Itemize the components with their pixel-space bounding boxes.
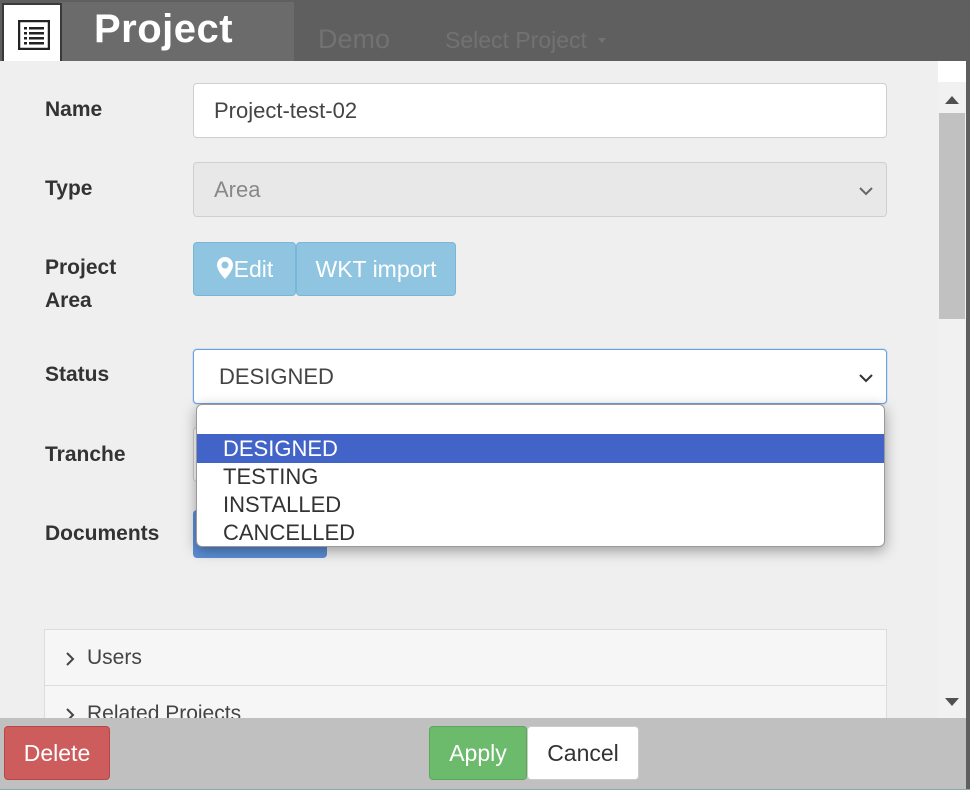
scroll-thumb[interactable]	[939, 113, 965, 319]
accordion-label: Users	[87, 646, 142, 669]
dialog-title: Project	[94, 7, 234, 51]
tranche-label: Tranche	[45, 443, 126, 466]
dialog-body: Name Project-test-02 Type Area Project A…	[0, 61, 938, 718]
status-dropdown-list: DESIGNED TESTING INSTALLED CANCELLED	[196, 404, 885, 547]
footer-edge	[0, 789, 970, 795]
type-label: Type	[45, 177, 93, 200]
delete-button[interactable]: Delete	[4, 726, 110, 780]
wkt-import-button[interactable]: WKT import	[296, 242, 456, 296]
nav-demo-behind: Demo	[318, 24, 391, 54]
accordion-item-users[interactable]: Users	[45, 630, 886, 686]
scroll-up-arrow-icon[interactable]	[945, 96, 959, 104]
status-option-cancelled[interactable]: CANCELLED	[197, 518, 884, 546]
scrollbar[interactable]	[938, 82, 966, 718]
caret-down-icon	[598, 38, 606, 43]
accordion: Users Related Projects	[44, 629, 887, 742]
status-value: DESIGNED	[219, 364, 334, 389]
status-option-designed[interactable]: DESIGNED	[197, 434, 884, 463]
edit-area-label: Edit	[233, 256, 274, 282]
window-edge	[966, 0, 970, 795]
apply-button[interactable]: Apply	[429, 726, 527, 780]
project-area-label-line1: Project	[45, 256, 117, 279]
dialog-header: Demo Select Project Project	[0, 0, 970, 61]
name-input[interactable]: Project-test-02	[193, 83, 887, 138]
project-area-label-line2: Area	[45, 289, 92, 312]
list-icon	[18, 20, 50, 50]
status-select[interactable]: DESIGNED	[193, 349, 887, 404]
cancel-button[interactable]: Cancel	[527, 726, 639, 780]
status-option-testing[interactable]: TESTING	[197, 462, 884, 491]
scroll-down-arrow-icon[interactable]	[945, 698, 959, 706]
status-option-empty[interactable]	[197, 405, 884, 434]
type-value: Area	[214, 177, 261, 202]
edit-area-button[interactable]: Edit	[193, 242, 296, 296]
menu-button[interactable]	[2, 3, 62, 66]
chevron-down-icon	[859, 374, 873, 383]
chevron-down-icon	[859, 187, 873, 196]
type-select[interactable]: Area	[193, 162, 887, 217]
documents-label: Documents	[45, 522, 160, 545]
map-marker-icon	[216, 257, 233, 279]
chevron-right-icon	[66, 652, 75, 666]
status-label: Status	[45, 363, 110, 386]
name-label: Name	[45, 98, 103, 121]
status-option-installed[interactable]: INSTALLED	[197, 490, 884, 519]
nav-select-project-behind: Select Project	[445, 27, 587, 53]
